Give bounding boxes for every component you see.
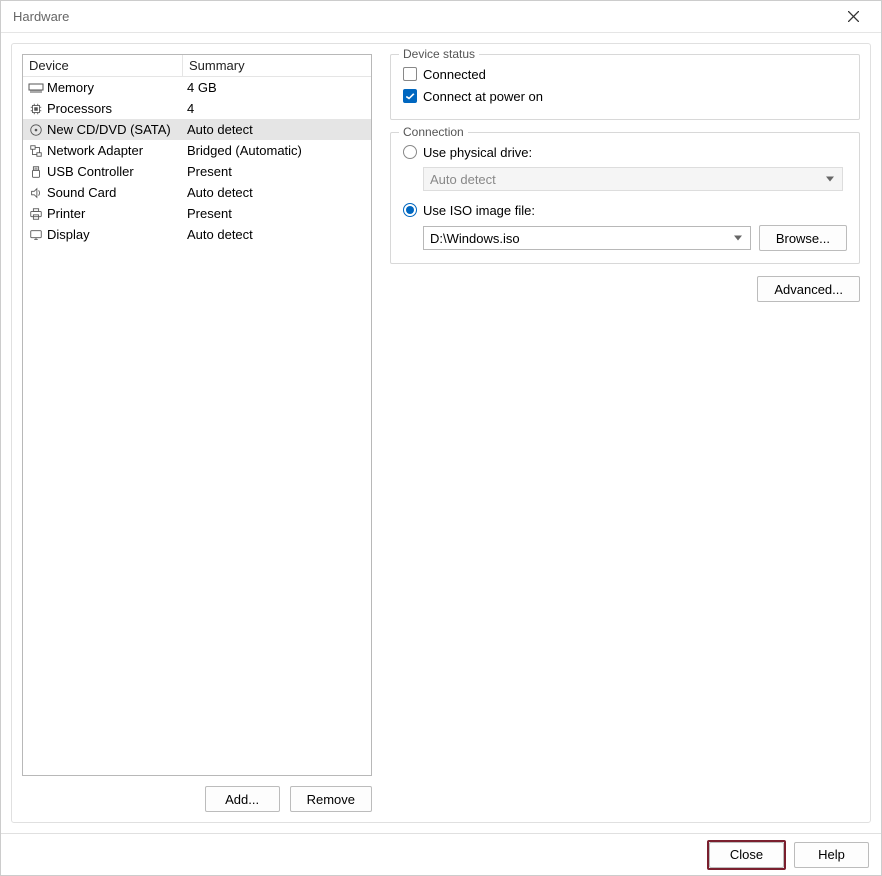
dialog-footer: Close Help bbox=[1, 833, 881, 875]
display-icon bbox=[27, 227, 45, 243]
device-list-header: Device Summary bbox=[23, 55, 371, 77]
device-name: Processors bbox=[47, 101, 183, 116]
memory-icon bbox=[27, 80, 45, 96]
dialog-body: Device Summary Memory4 GBProcessors4New … bbox=[1, 33, 881, 833]
connected-row: Connected bbox=[403, 63, 847, 85]
device-summary: Present bbox=[183, 206, 371, 221]
device-row[interactable]: PrinterPresent bbox=[23, 203, 371, 224]
network-icon bbox=[27, 143, 45, 159]
device-name: New CD/DVD (SATA) bbox=[47, 122, 183, 137]
column-device[interactable]: Device bbox=[23, 55, 183, 76]
device-name: Sound Card bbox=[47, 185, 183, 200]
hardware-dialog: Hardware Device Summary Memory4 GBProces… bbox=[0, 0, 882, 876]
connected-label: Connected bbox=[423, 67, 486, 82]
cpu-icon bbox=[27, 101, 45, 117]
device-summary: Bridged (Automatic) bbox=[183, 143, 371, 158]
device-status-group: Device status Connected Connect at power… bbox=[390, 54, 860, 120]
iso-path-value: D:\Windows.iso bbox=[430, 231, 520, 246]
device-list-body: Memory4 GBProcessors4New CD/DVD (SATA)Au… bbox=[23, 77, 371, 245]
close-button[interactable]: Close bbox=[709, 842, 784, 868]
device-summary: Auto detect bbox=[183, 185, 371, 200]
usb-icon bbox=[27, 164, 45, 180]
device-row[interactable]: Sound CardAuto detect bbox=[23, 182, 371, 203]
printer-icon bbox=[27, 206, 45, 222]
advanced-button[interactable]: Advanced... bbox=[757, 276, 860, 302]
left-column: Device Summary Memory4 GBProcessors4New … bbox=[22, 54, 372, 812]
device-summary: 4 GB bbox=[183, 80, 371, 95]
device-row[interactable]: New CD/DVD (SATA)Auto detect bbox=[23, 119, 371, 140]
device-summary: 4 bbox=[183, 101, 371, 116]
advanced-row: Advanced... bbox=[390, 276, 860, 302]
device-row[interactable]: USB ControllerPresent bbox=[23, 161, 371, 182]
disc-icon bbox=[27, 122, 45, 138]
close-button-highlight: Close bbox=[707, 840, 786, 870]
device-name: Printer bbox=[47, 206, 183, 221]
physical-drive-label: Use physical drive: bbox=[423, 145, 532, 160]
iso-indent: D:\Windows.iso Browse... bbox=[423, 225, 847, 251]
connected-checkbox[interactable] bbox=[403, 67, 417, 81]
close-icon[interactable] bbox=[837, 1, 869, 33]
connect-poweron-checkbox[interactable] bbox=[403, 89, 417, 103]
device-name: Network Adapter bbox=[47, 143, 183, 158]
iso-label: Use ISO image file: bbox=[423, 203, 535, 218]
device-list-buttons: Add... Remove bbox=[22, 786, 372, 812]
device-summary: Auto detect bbox=[183, 122, 371, 137]
iso-path-combo[interactable]: D:\Windows.iso bbox=[423, 226, 751, 250]
physical-drive-radio[interactable] bbox=[403, 145, 417, 159]
connect-poweron-row: Connect at power on bbox=[403, 85, 847, 107]
titlebar: Hardware bbox=[1, 1, 881, 33]
physical-drive-value: Auto detect bbox=[430, 172, 496, 187]
add-button[interactable]: Add... bbox=[205, 786, 280, 812]
physical-drive-combo[interactable]: Auto detect bbox=[423, 167, 843, 191]
connect-poweron-label: Connect at power on bbox=[423, 89, 543, 104]
device-name: Memory bbox=[47, 80, 183, 95]
connection-legend: Connection bbox=[399, 125, 468, 139]
device-name: USB Controller bbox=[47, 164, 183, 179]
remove-button[interactable]: Remove bbox=[290, 786, 372, 812]
help-button[interactable]: Help bbox=[794, 842, 869, 868]
device-status-legend: Device status bbox=[399, 47, 479, 61]
connection-group: Connection Use physical drive: Auto dete… bbox=[390, 132, 860, 264]
right-column: Device status Connected Connect at power… bbox=[390, 54, 860, 812]
device-row[interactable]: Memory4 GB bbox=[23, 77, 371, 98]
device-list[interactable]: Device Summary Memory4 GBProcessors4New … bbox=[22, 54, 372, 776]
column-summary[interactable]: Summary bbox=[183, 55, 371, 76]
device-name: Display bbox=[47, 227, 183, 242]
physical-drive-indent: Auto detect bbox=[423, 167, 847, 191]
window-title: Hardware bbox=[13, 9, 837, 24]
browse-button[interactable]: Browse... bbox=[759, 225, 847, 251]
device-row[interactable]: Processors4 bbox=[23, 98, 371, 119]
main-panel: Device Summary Memory4 GBProcessors4New … bbox=[11, 43, 871, 823]
physical-drive-row: Use physical drive: bbox=[403, 141, 847, 163]
device-summary: Auto detect bbox=[183, 227, 371, 242]
iso-row: Use ISO image file: bbox=[403, 199, 847, 221]
sound-icon bbox=[27, 185, 45, 201]
iso-radio[interactable] bbox=[403, 203, 417, 217]
device-summary: Present bbox=[183, 164, 371, 179]
device-row[interactable]: DisplayAuto detect bbox=[23, 224, 371, 245]
device-row[interactable]: Network AdapterBridged (Automatic) bbox=[23, 140, 371, 161]
